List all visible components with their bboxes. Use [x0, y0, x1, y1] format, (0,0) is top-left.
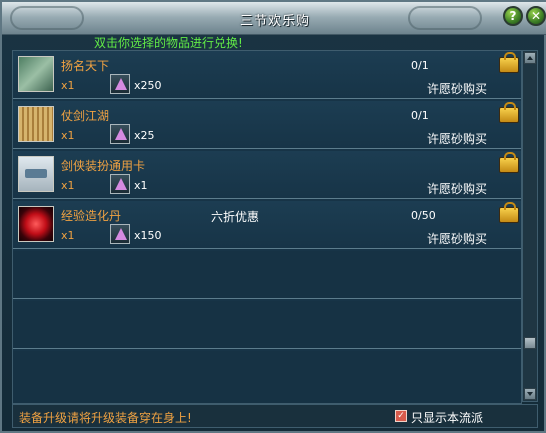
- experience-pill-icon: [18, 206, 54, 242]
- purchase-method: 许愿砂购买: [427, 82, 488, 96]
- item-cost: x1: [134, 179, 148, 192]
- wish-sand-icon: [110, 124, 130, 144]
- item-list: 扬名天下 x1 x250 0/1 许愿砂购买 仗剑江湖 x1 x25 0/1 许…: [12, 50, 522, 404]
- outfit-card-icon: [18, 156, 54, 192]
- item-name: 剑侠装扮通用卡: [61, 159, 146, 173]
- lock-icon[interactable]: [499, 102, 519, 123]
- item-row-1[interactable]: 扬名天下 x1 x250 0/1 许愿砂购买: [13, 51, 521, 99]
- purchase-method: 许愿砂购买: [427, 232, 488, 246]
- close-button[interactable]: ✕: [526, 6, 546, 26]
- title-bar[interactable]: 三节欢乐购 ? ✕: [2, 2, 546, 35]
- lock-icon[interactable]: [499, 152, 519, 173]
- item-row-3[interactable]: 剑侠装扮通用卡 x1 x1 许愿砂购买: [13, 151, 521, 199]
- item-name: 扬名天下: [61, 59, 110, 73]
- item-stock: 0/1: [411, 109, 429, 122]
- wish-sand-icon: [110, 174, 130, 194]
- item-row-4[interactable]: 经验造化丹 x1 x150 六折优惠 0/50 许愿砂购买: [13, 201, 521, 249]
- purchase-method: 许愿砂购买: [427, 182, 488, 196]
- school-filter-label[interactable]: 只显示本流派: [411, 409, 483, 426]
- lock-icon[interactable]: [499, 52, 519, 73]
- lock-icon[interactable]: [499, 202, 519, 223]
- empty-row: [13, 251, 521, 299]
- wish-sand-icon: [110, 224, 130, 244]
- item-cost: x25: [134, 129, 155, 142]
- green-scroll-icon: [18, 56, 54, 92]
- item-row-2[interactable]: 仗剑江湖 x1 x25 0/1 许愿砂购买: [13, 101, 521, 149]
- item-cost: x150: [134, 229, 162, 242]
- scroll-thumb[interactable]: [524, 337, 536, 349]
- item-stock: 0/50: [411, 209, 436, 222]
- empty-row: [13, 351, 521, 403]
- item-name: 仗剑江湖: [61, 109, 110, 123]
- vertical-scrollbar[interactable]: [522, 50, 538, 402]
- scroll-up-button[interactable]: [524, 52, 536, 64]
- item-stock: 0/1: [411, 59, 429, 72]
- shop-window: 三节欢乐购 ? ✕ 双击你选择的物品进行兑换! 扬名天下 x1 x250 0/1…: [0, 0, 546, 433]
- item-name: 经验造化丹: [61, 209, 122, 223]
- instruction-text: 双击你选择的物品进行兑换!: [94, 36, 243, 50]
- upgrade-note: 装备升级请将升级装备穿在身上!: [19, 411, 192, 425]
- empty-row: [13, 301, 521, 349]
- item-quantity: x1: [61, 179, 75, 192]
- window-title: 三节欢乐购: [239, 14, 310, 29]
- help-button[interactable]: ?: [503, 6, 523, 26]
- item-quantity: x1: [61, 79, 75, 92]
- item-cost: x250: [134, 79, 162, 92]
- discount-label: 六折优惠: [211, 210, 260, 224]
- wish-sand-icon: [110, 74, 130, 94]
- purchase-method: 许愿砂购买: [427, 132, 488, 146]
- item-quantity: x1: [61, 129, 75, 142]
- school-filter-checkbox[interactable]: ✓: [395, 410, 407, 422]
- ancient-scroll-icon: [18, 106, 54, 142]
- footer-bar: 装备升级请将升级装备穿在身上! ✓ 只显示本流派: [12, 404, 538, 428]
- item-quantity: x1: [61, 229, 75, 242]
- scroll-down-button[interactable]: [524, 388, 536, 400]
